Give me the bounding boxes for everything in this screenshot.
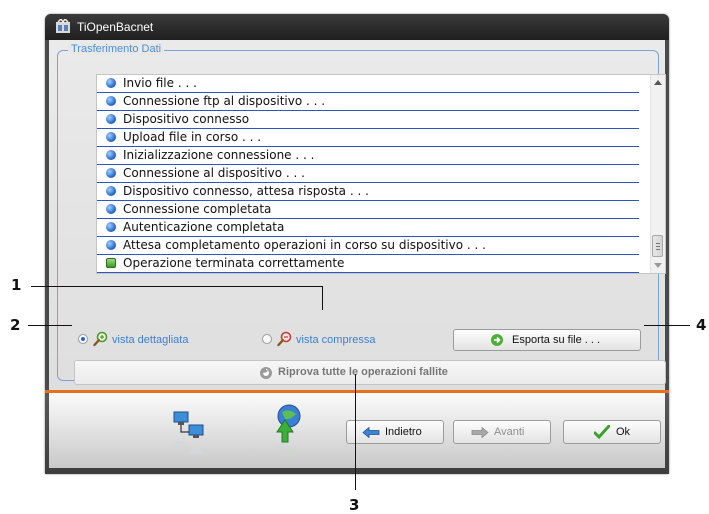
callout-2-line [28, 325, 72, 326]
retry-failed-operations-button[interactable]: Riprova tutte le operazioni fallite [74, 360, 666, 385]
transfer-groupbox: Trasferimento Dati Invio file . . . Conn… [57, 43, 666, 385]
log-row: Dispositivo connesso, attesa risposta . … [97, 183, 639, 201]
zoom-in-magnifier-icon [93, 331, 108, 347]
log-row-text: Connessione al dispositivo . . . [123, 166, 305, 180]
callout-1-line-drop [322, 286, 323, 310]
log-row: Invio file . . . [97, 75, 639, 93]
log-row-text: Attesa completamento operazioni in corso… [123, 238, 486, 252]
scroll-down-arrow-icon[interactable] [654, 263, 662, 268]
log-scrollbar[interactable] [650, 75, 665, 273]
callout-3: 3 [349, 496, 360, 514]
log-row: Connessione al dispositivo . . . [97, 165, 639, 183]
info-bullet-icon [106, 240, 116, 250]
info-bullet-icon [106, 222, 116, 232]
info-bullet-icon [106, 96, 116, 106]
info-bullet-icon [106, 186, 116, 196]
log-row-text: Dispositivo connesso [123, 112, 250, 126]
log-row-text: Autenticazione completata [123, 220, 285, 234]
info-bullet-icon [106, 204, 116, 214]
scroll-up-arrow-icon[interactable] [654, 80, 662, 85]
window-title: TiOpenBacnet [77, 20, 154, 34]
log-row: Connessione completata [97, 201, 639, 219]
callout-1-line [31, 286, 323, 287]
log-row-text: Invio file . . . [123, 76, 197, 90]
scroll-thumb[interactable] [652, 235, 663, 257]
app-icon [56, 19, 70, 33]
callout-3-line [355, 374, 356, 490]
callout-1: 1 [11, 276, 22, 294]
back-arrow-icon [362, 427, 380, 438]
checkmark-icon [594, 425, 610, 440]
log-row: Operazione terminata correttamente [97, 255, 639, 273]
bottom-bar: Indietro Avanti Ok [45, 390, 669, 474]
compressed-view-radio[interactable] [262, 334, 272, 344]
callout-4-line [644, 325, 690, 326]
info-bullet-icon [106, 150, 116, 160]
content-area: Trasferimento Dati Invio file . . . Conn… [49, 40, 666, 400]
log-row-text: Upload file in corso . . . [123, 130, 262, 144]
info-bullet-icon [106, 78, 116, 88]
forward-arrow-icon [471, 427, 489, 438]
log-row-text: Connessione ftp al dispositivo . . . [123, 94, 326, 108]
info-bullet-icon [106, 114, 116, 124]
network-computers-icon [173, 411, 204, 454]
log-row: Inizializzazione connessione . . . [97, 147, 639, 165]
log-row-text: Connessione completata [123, 202, 272, 216]
log-row-text: Dispositivo connesso, attesa risposta . … [123, 184, 369, 198]
log-row: Upload file in corso . . . [97, 129, 639, 147]
log-row: Connessione ftp al dispositivo . . . [97, 93, 639, 111]
log-row: Dispositivo connesso [97, 111, 639, 129]
log-row-text: Inizializzazione connessione . . . [123, 148, 315, 162]
next-button-label: Avanti [494, 426, 525, 438]
log-list[interactable]: Invio file . . . Connessione ftp al disp… [96, 74, 666, 274]
detailed-view-radio[interactable] [78, 334, 88, 344]
back-button[interactable]: Indietro [346, 420, 444, 444]
title-bar: TiOpenBacnet [45, 14, 669, 40]
ok-button[interactable]: Ok [563, 420, 661, 444]
group-title: Trasferimento Dati [68, 43, 165, 55]
callout-4: 4 [696, 316, 707, 334]
retry-icon [260, 367, 272, 379]
retry-button-label: Riprova tutte le operazioni fallite [278, 366, 448, 378]
log-row-text: Operazione terminata correttamente [123, 256, 345, 270]
callout-2: 2 [10, 316, 21, 334]
back-button-label: Indietro [385, 426, 422, 438]
export-icon [491, 334, 503, 346]
info-bullet-icon [106, 168, 116, 178]
zoom-out-magnifier-icon [277, 331, 292, 347]
detailed-view-label[interactable]: vista dettagliata [112, 334, 188, 346]
log-row: Attesa completamento operazioni in corso… [97, 237, 639, 255]
next-button[interactable]: Avanti [453, 420, 551, 444]
ok-button-label: Ok [616, 426, 631, 438]
export-to-file-button[interactable]: Esporta su file . . . [453, 329, 641, 351]
success-bullet-icon [106, 258, 116, 268]
log-row: Autenticazione completata [97, 219, 639, 237]
info-bullet-icon [106, 132, 116, 142]
compressed-view-label[interactable]: vista compressa [296, 334, 375, 346]
app-window: TiOpenBacnet Trasferimento Dati Invio fi… [45, 14, 669, 474]
globe-upload-icon [276, 404, 301, 452]
export-button-label: Esporta su file . . . [512, 334, 601, 346]
